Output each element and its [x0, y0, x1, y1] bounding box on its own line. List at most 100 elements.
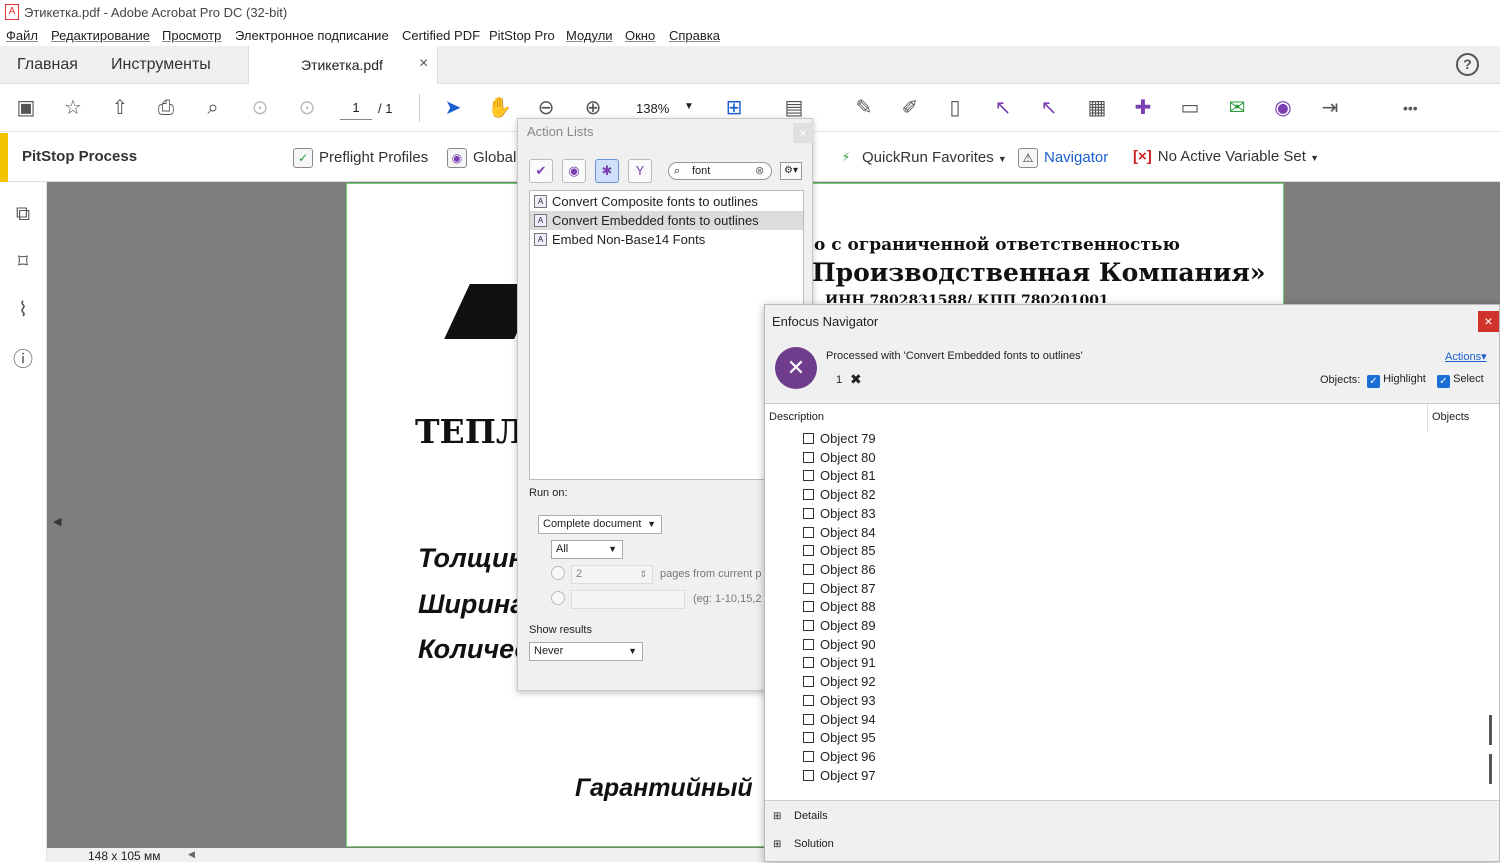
export-icon[interactable]: ⇥: [1318, 96, 1342, 120]
pitstop-select-similar-icon[interactable]: ↖: [1037, 96, 1061, 120]
page-number-input[interactable]: 1: [340, 100, 372, 120]
pitstop-tool-icon[interactable]: ✚: [1131, 96, 1155, 120]
help-icon[interactable]: ?: [1456, 53, 1479, 76]
solution-section[interactable]: Solution: [794, 838, 834, 850]
measure-icon[interactable]: ▤: [782, 96, 806, 120]
run-on-select[interactable]: Complete document ▼: [538, 515, 662, 534]
global-change-icon[interactable]: ◉: [1271, 96, 1295, 120]
scroll-left-icon[interactable]: ◀: [188, 849, 195, 860]
object-row[interactable]: Object 90: [803, 636, 876, 654]
zoom-level[interactable]: 138%: [636, 101, 669, 116]
actions-menu[interactable]: Actions▾: [1445, 350, 1487, 363]
object-row[interactable]: Object 89: [803, 617, 876, 635]
mail-icon[interactable]: ✉: [1225, 96, 1249, 120]
object-row[interactable]: Object 94: [803, 711, 876, 729]
menu-edit[interactable]: Редактирование: [51, 28, 150, 43]
collapse-panel-icon[interactable]: ◀: [53, 515, 61, 528]
clear-search-icon[interactable]: ⊗: [755, 163, 764, 179]
object-row[interactable]: Object 79: [803, 430, 876, 448]
object-row[interactable]: Object 84: [803, 524, 876, 542]
quickrun-favorites-button[interactable]: ⚡ QuickRun Favorites ▼: [836, 148, 1007, 168]
checkmark-filter-icon[interactable]: ✔: [529, 159, 553, 183]
object-row[interactable]: Object 88: [803, 598, 876, 616]
prev-page-icon[interactable]: ⊙: [248, 96, 272, 120]
close-icon[interactable]: ×: [793, 123, 813, 143]
next-page-icon[interactable]: ⊙: [295, 96, 319, 120]
tab-document[interactable]: Этикетка.pdf ×: [248, 46, 438, 84]
edit-object-icon[interactable]: ✐: [898, 96, 922, 120]
highlight-toggle[interactable]: ✓ Highlight: [1367, 373, 1426, 388]
object-row[interactable]: Object 97: [803, 767, 876, 785]
menu-view[interactable]: Просмотр: [162, 28, 221, 43]
tab-tools[interactable]: Инструменты: [111, 56, 211, 74]
page-range-input[interactable]: [571, 590, 685, 609]
zoom-search-icon[interactable]: ⌕: [201, 96, 225, 120]
close-navigator-icon[interactable]: ×: [1478, 311, 1499, 332]
object-row[interactable]: Object 96: [803, 748, 876, 766]
menu-plugins[interactable]: Модули: [566, 28, 613, 43]
preflight-profiles-button[interactable]: ✓ Preflight Profiles: [293, 148, 428, 168]
object-row[interactable]: Object 92: [803, 673, 876, 691]
expand-details-icon[interactable]: ⊞: [773, 811, 781, 822]
select-toggle[interactable]: ✓ Select: [1437, 373, 1484, 388]
pages-select[interactable]: All ▼: [551, 540, 623, 559]
object-row[interactable]: Object 93: [803, 692, 876, 710]
attachment-icon[interactable]: ⌇: [11, 298, 35, 322]
tab-home[interactable]: Главная: [17, 56, 78, 74]
pitstop-select-icon[interactable]: ↖: [991, 96, 1015, 120]
object-row[interactable]: Object 82: [803, 486, 876, 504]
menu-window[interactable]: Окно: [625, 28, 655, 43]
global-filter-icon[interactable]: ◉: [562, 159, 586, 183]
upload-icon[interactable]: ⇧: [108, 96, 132, 120]
object-row[interactable]: Object 86: [803, 561, 876, 579]
show-results-select[interactable]: Never ▼: [529, 642, 643, 661]
zoom-in-icon[interactable]: ⊕: [581, 96, 605, 120]
object-row[interactable]: Object 95: [803, 729, 876, 747]
save-icon[interactable]: ▣: [14, 96, 38, 120]
inspector-icon[interactable]: ▦: [1085, 96, 1109, 120]
expand-solution-icon[interactable]: ⊞: [773, 839, 781, 850]
menu-certified-pdf[interactable]: Certified PDF: [402, 28, 480, 43]
menu-file[interactable]: Файл: [6, 28, 38, 43]
bookmark-icon[interactable]: ⌑: [11, 250, 35, 274]
ruler-icon[interactable]: ▭: [1178, 96, 1202, 120]
scrollbar-thumb-lower[interactable]: [1489, 754, 1492, 784]
object-row[interactable]: Object 80: [803, 449, 876, 467]
bookmark-star-icon[interactable]: ☆: [61, 96, 85, 120]
funnel-filter-icon[interactable]: Y: [628, 159, 652, 183]
search-input[interactable]: ⌕ font ⊗: [668, 162, 772, 180]
list-item[interactable]: A Convert Composite fonts to outlines: [530, 192, 803, 211]
pages-radio[interactable]: [551, 566, 565, 580]
list-item[interactable]: A Embed Non-Base14 Fonts: [530, 230, 803, 249]
zoom-out-icon[interactable]: ⊖: [534, 96, 558, 120]
more-tools-icon[interactable]: •••: [1403, 100, 1418, 116]
settings-menu-icon[interactable]: ⚙▾: [780, 162, 802, 180]
object-row[interactable]: Object 81: [803, 467, 876, 485]
print-icon[interactable]: ⎙: [154, 96, 178, 120]
object-row[interactable]: Object 87: [803, 580, 876, 598]
menu-help[interactable]: Справка: [669, 28, 720, 43]
object-row[interactable]: Object 91: [803, 654, 876, 672]
pages-count-stepper[interactable]: 2 ⇕: [571, 565, 653, 584]
page-tool-icon[interactable]: ▯: [943, 96, 967, 120]
menu-pitstop-pro[interactable]: PitStop Pro: [489, 28, 555, 43]
navigator-button[interactable]: ⚠ Navigator: [1018, 148, 1108, 168]
scrollbar-thumb[interactable]: [1489, 715, 1492, 745]
object-row[interactable]: Object 85: [803, 542, 876, 560]
pages-thumbnail-icon[interactable]: ⧉: [11, 202, 35, 226]
range-radio[interactable]: [551, 591, 565, 605]
fit-page-icon[interactable]: ⊞: [722, 96, 746, 120]
hand-icon[interactable]: ✋: [487, 96, 512, 120]
actions-filter-icon[interactable]: ✱: [595, 159, 619, 183]
details-section[interactable]: Details: [794, 810, 828, 822]
menu-esign[interactable]: Электронное подписание: [235, 28, 389, 43]
info-icon[interactable]: ⓘ: [11, 348, 35, 372]
zoom-dropdown-icon[interactable]: ▼: [684, 101, 694, 112]
list-item-selected[interactable]: A Convert Embedded fonts to outlines: [530, 211, 803, 230]
object-row[interactable]: Object 83: [803, 505, 876, 523]
close-tab-icon[interactable]: ×: [419, 55, 428, 73]
variable-set-button[interactable]: [×] No Active Variable Set ▼: [1133, 148, 1319, 165]
select-arrow-icon[interactable]: ➤: [441, 96, 465, 120]
highlight-pen-icon[interactable]: ✎: [852, 96, 876, 120]
global-changes-button[interactable]: ◉ Global: [447, 148, 516, 168]
